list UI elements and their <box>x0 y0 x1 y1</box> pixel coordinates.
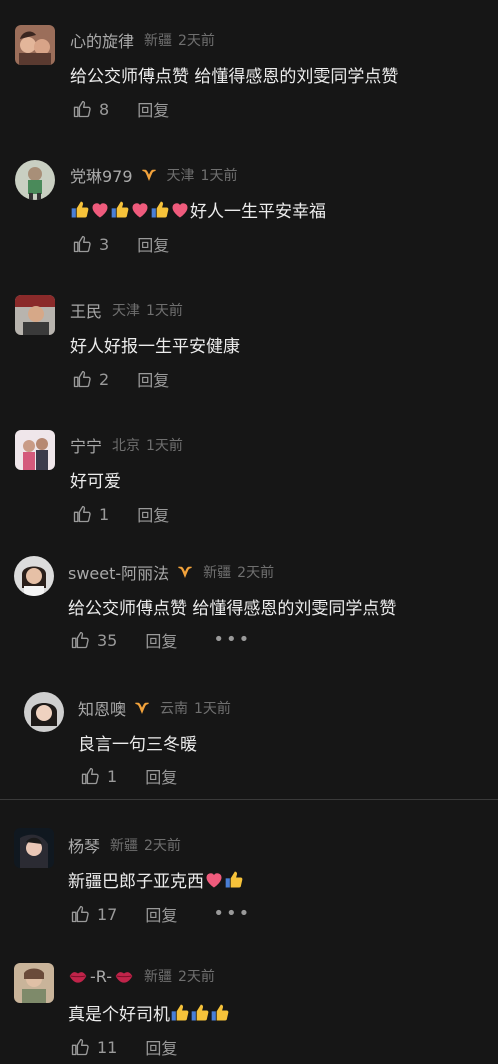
avatar[interactable] <box>14 963 54 1003</box>
thumbs-up-icon <box>70 1037 90 1057</box>
username[interactable]: sweet-阿丽法 <box>68 560 169 584</box>
verified-badge-icon <box>134 700 150 716</box>
divider <box>0 799 498 800</box>
location: 新疆 <box>110 838 139 854</box>
timestamp: 1天前 <box>146 438 183 454</box>
thumbs-up-icon <box>72 369 92 389</box>
reply-button[interactable]: 回复 <box>145 764 177 788</box>
avatar[interactable] <box>15 160 55 200</box>
comment-text: 好可爱 <box>70 472 121 492</box>
location: 天津 <box>112 303 141 319</box>
like-count: 11 <box>97 1037 118 1057</box>
thumbs-up-emoji-icon <box>110 200 130 220</box>
like-count: 1 <box>99 504 110 524</box>
avatar[interactable] <box>24 692 64 732</box>
reply-button[interactable]: 回复 <box>145 1035 177 1059</box>
like-button[interactable]: 35 <box>70 630 117 650</box>
reply-button[interactable]: 回复 <box>137 97 169 121</box>
like-count: 8 <box>99 99 110 119</box>
heart-emoji-icon <box>130 200 150 220</box>
thumbs-up-emoji-icon <box>70 200 90 220</box>
timestamp: 1天前 <box>146 303 183 319</box>
thumbs-up-emoji-icon <box>190 1003 210 1023</box>
more-icon[interactable]: ••• <box>213 631 251 649</box>
comment-text: 好人一生平安幸福 <box>190 202 326 222</box>
thumbs-up-emoji-icon <box>170 1003 190 1023</box>
thumbs-up-icon <box>72 234 92 254</box>
timestamp: 1天前 <box>194 701 231 717</box>
heart-emoji-icon <box>170 200 190 220</box>
like-button[interactable]: 11 <box>70 1037 117 1057</box>
reply-button[interactable]: 回复 <box>145 628 177 652</box>
timestamp: 2天前 <box>178 33 215 49</box>
like-count: 17 <box>97 904 118 924</box>
comment-text: 给公交师傅点赞 给懂得感恩的刘雯同学点赞 <box>70 67 399 87</box>
like-count: 3 <box>99 234 110 254</box>
username[interactable]: 知恩噢 <box>78 696 126 720</box>
thumbs-up-emoji-icon <box>210 1003 230 1023</box>
reply-button[interactable]: 回复 <box>145 902 177 926</box>
username[interactable]: 心的旋律 <box>70 28 134 52</box>
like-button[interactable]: 1 <box>72 504 109 524</box>
avatar[interactable] <box>14 556 54 596</box>
username[interactable]: -R- <box>90 967 112 986</box>
like-button[interactable]: 8 <box>72 99 109 119</box>
timestamp: 1天前 <box>200 168 238 184</box>
timestamp: 2天前 <box>237 565 275 581</box>
lips-emoji-icon <box>114 966 134 986</box>
comment-text: 真是个好司机 <box>68 1005 170 1025</box>
username[interactable]: 杨琴 <box>68 833 100 857</box>
comment-text: 好人好报一生平安健康 <box>70 337 240 357</box>
more-icon[interactable]: ••• <box>213 905 251 923</box>
thumbs-up-icon <box>70 904 90 924</box>
like-button[interactable]: 2 <box>72 369 109 389</box>
thumbs-up-icon <box>72 504 92 524</box>
like-button[interactable]: 17 <box>70 904 117 924</box>
location: 云南 <box>160 701 189 717</box>
reply-button[interactable]: 回复 <box>137 502 169 526</box>
comment-text-row: 好人一生平安幸福 <box>70 197 326 222</box>
verified-badge-icon <box>177 564 193 580</box>
comment-text-row: 真是个好司机 <box>68 1000 230 1025</box>
avatar[interactable] <box>15 295 55 335</box>
thumbs-up-icon <box>72 99 92 119</box>
like-count: 35 <box>97 630 118 650</box>
comment-text: 给公交师傅点赞 给懂得感恩的刘雯同学点赞 <box>68 599 397 619</box>
like-count: 2 <box>99 369 110 389</box>
location: 天津 <box>166 168 195 184</box>
comment-text: 新疆巴郎子亚克西 <box>68 872 204 892</box>
username[interactable]: 王民 <box>70 298 102 322</box>
location: 新疆 <box>144 33 173 49</box>
location: 新疆 <box>203 565 232 581</box>
avatar[interactable] <box>14 828 54 868</box>
lips-emoji-icon <box>68 966 88 986</box>
thumbs-up-icon <box>80 766 100 786</box>
reply-button[interactable]: 回复 <box>137 232 169 256</box>
comment-text-row: 新疆巴郎子亚克西 <box>68 867 244 892</box>
avatar[interactable] <box>15 430 55 470</box>
verified-badge-icon <box>141 167 157 183</box>
thumbs-up-icon <box>70 630 90 650</box>
like-count: 1 <box>107 766 118 786</box>
comment-text: 良言一句三冬暖 <box>78 735 197 755</box>
thumbs-up-emoji-icon <box>224 870 244 890</box>
like-button[interactable]: 1 <box>80 766 117 786</box>
avatar[interactable] <box>15 25 55 65</box>
heart-emoji-icon <box>204 870 224 890</box>
username[interactable]: 党琳979 <box>70 163 133 187</box>
thumbs-up-emoji-icon <box>150 200 170 220</box>
heart-emoji-icon <box>90 200 110 220</box>
location: 北京 <box>112 438 141 454</box>
timestamp: 2天前 <box>178 969 215 985</box>
location: 新疆 <box>144 969 173 985</box>
username[interactable]: 宁宁 <box>70 433 102 457</box>
like-button[interactable]: 3 <box>72 234 109 254</box>
timestamp: 2天前 <box>144 838 181 854</box>
reply-button[interactable]: 回复 <box>137 367 169 391</box>
